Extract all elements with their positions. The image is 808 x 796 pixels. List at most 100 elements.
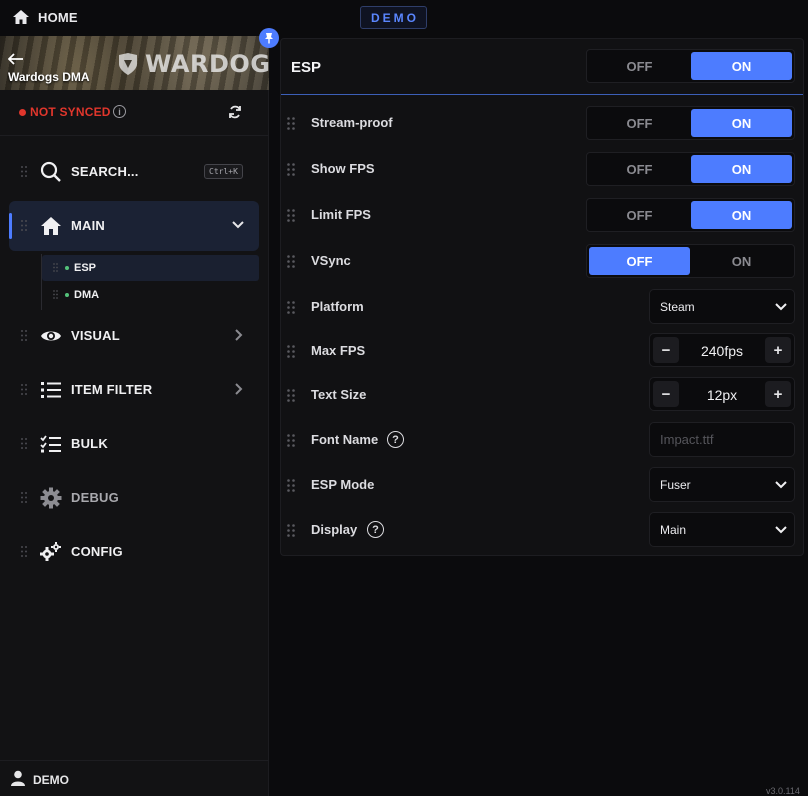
drag-handle-icon[interactable] [21,492,27,503]
toggle-on-option[interactable]: ON [691,109,792,137]
setting-row-display: Display ? Main [281,508,803,552]
sidebar-item-bulk[interactable]: BULK [9,419,259,469]
drag-handle-icon[interactable] [53,290,58,299]
drag-handle-icon[interactable] [287,389,295,402]
select-value: Main [660,523,687,537]
home-link[interactable]: HOME [12,9,78,25]
drag-handle-icon[interactable] [21,384,27,395]
setting-row-vsync: VSync OFF ON [281,239,803,283]
chevron-down-icon[interactable] [231,218,245,237]
vsync-toggle[interactable]: OFF ON [586,244,795,278]
sidebar-search[interactable]: SEARCH... Ctrl+K [9,147,259,197]
decrement-button[interactable]: − [653,337,679,363]
setting-label: Max FPS [311,343,366,358]
drag-handle-icon[interactable] [21,220,27,231]
setting-row-max-fps: Max FPS − 240fps + [281,329,803,373]
text-size-stepper[interactable]: − 12px + [649,377,795,411]
font-name-input[interactable] [649,422,795,457]
game-banner: Wardogs DMA WARDOGS [0,36,269,90]
show-fps-toggle[interactable]: OFF ON [586,152,795,186]
panel-title: ESP [291,59,322,76]
banner-title: Wardogs DMA [8,70,90,84]
search-shortcut: Ctrl+K [204,164,243,179]
increment-button[interactable]: + [765,381,791,407]
wardogs-logo-text: WARDOGS [145,50,269,78]
sidebar-subitem-label: DMA [74,289,100,301]
toggle-on-option[interactable]: ON [691,201,792,229]
sidebar-item-label: ITEM FILTER [71,382,153,397]
toggle-on-option[interactable]: ON [691,155,792,183]
drag-handle-icon[interactable] [287,117,295,130]
drag-handle-icon[interactable] [21,438,27,449]
setting-label: Font Name [311,432,379,447]
setting-label: Show FPS [311,161,375,176]
drag-handle-icon[interactable] [287,209,295,222]
drag-handle-icon[interactable] [287,163,295,176]
toggle-off-option[interactable]: OFF [589,201,690,229]
back-arrow-icon[interactable] [7,52,24,66]
esp-mode-select[interactable]: Fuser [649,467,795,502]
drag-handle-icon[interactable] [287,479,295,492]
chevron-right-icon[interactable] [231,382,245,401]
chevron-right-icon[interactable] [231,328,245,347]
sidebar-item-label: DEBUG [71,490,119,505]
increment-button[interactable]: + [765,337,791,363]
home-icon [13,10,29,24]
drag-handle-icon[interactable] [21,546,27,557]
pin-button[interactable] [259,28,279,48]
pin-icon [265,33,273,44]
limit-fps-toggle[interactable]: OFF ON [586,198,795,232]
toggle-on-option[interactable]: ON [691,247,792,275]
help-icon[interactable]: ? [387,431,404,448]
user-footer[interactable]: DEMO [0,760,269,796]
refresh-icon[interactable] [228,105,242,124]
sidebar-subitem-esp[interactable]: ESP [42,255,259,281]
eye-icon [40,325,62,347]
drag-handle-icon[interactable] [287,524,295,537]
user-name: DEMO [33,773,69,787]
active-dot [65,266,69,270]
help-icon[interactable]: ? [367,521,384,538]
setting-row-stream-proof: Stream-proof OFF ON [281,101,803,145]
drag-handle-icon[interactable] [287,434,295,447]
drag-handle-icon[interactable] [21,330,27,341]
sidebar-subitem-dma[interactable]: DMA [42,282,259,308]
chevron-down-icon [775,303,787,311]
sidebar-item-main[interactable]: MAIN [9,201,259,251]
display-select[interactable]: Main [649,512,795,547]
drag-handle-icon[interactable] [21,166,27,177]
toggle-off-option[interactable]: OFF [589,155,690,183]
info-icon[interactable]: i [113,105,126,118]
sidebar-item-visual[interactable]: VISUAL [9,311,259,361]
drag-handle-icon[interactable] [287,345,295,358]
setting-row-platform: Platform Steam [281,285,803,329]
sidebar-item-label: BULK [71,436,108,451]
sidebar-item-item-filter[interactable]: ITEM FILTER [9,365,259,415]
sync-status-dot [19,109,26,116]
toggle-on-option[interactable]: ON [691,52,792,80]
setting-label: Limit FPS [311,207,371,222]
user-icon [11,770,25,786]
drag-handle-icon[interactable] [287,255,295,268]
platform-select[interactable]: Steam [649,289,795,324]
sidebar-item-config[interactable]: CONFIG [9,527,259,577]
decrement-button[interactable]: − [653,381,679,407]
sidebar-subitem-label: ESP [74,262,97,274]
setting-label: Platform [311,299,364,314]
setting-row-limit-fps: Limit FPS OFF ON [281,193,803,237]
toggle-off-option[interactable]: OFF [589,109,690,137]
version-label: v3.0.114 [766,786,800,796]
toggle-off-option[interactable]: OFF [589,247,690,275]
max-fps-stepper[interactable]: − 240fps + [649,333,795,367]
esp-master-toggle[interactable]: OFF ON [586,49,795,83]
toggle-off-option[interactable]: OFF [589,52,690,80]
search-icon [40,161,62,183]
status-dot [65,293,69,297]
drag-handle-icon[interactable] [287,301,295,314]
sidebar-item-debug[interactable]: DEBUG [9,473,259,523]
setting-row-font-name: Font Name ? [281,418,803,462]
demo-badge: DEMO [360,6,427,29]
setting-label: Stream-proof [311,115,393,130]
drag-handle-icon[interactable] [53,263,58,272]
stream-proof-toggle[interactable]: OFF ON [586,106,795,140]
